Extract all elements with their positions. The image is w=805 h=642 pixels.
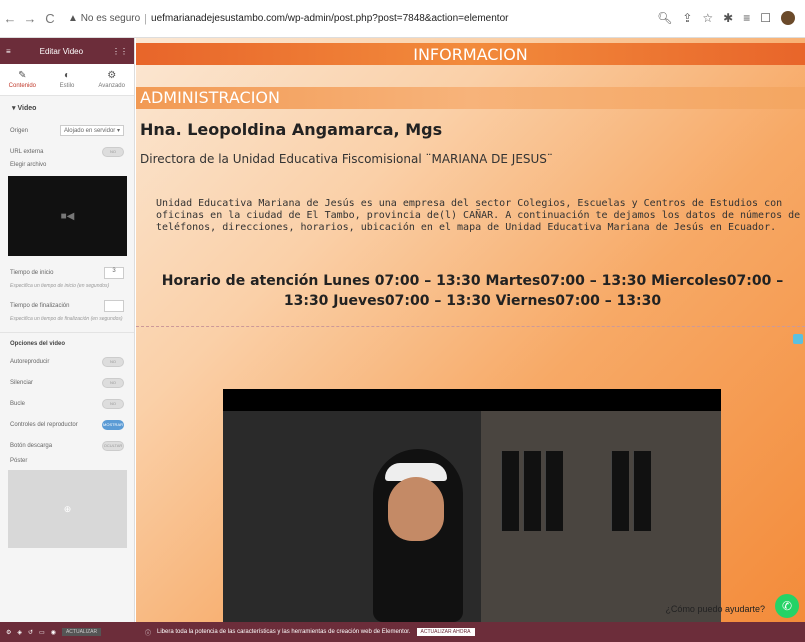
controls-toggle[interactable]: MOSTRAR [102,419,124,430]
inicio-row: Tiempo de inicio 3 [0,262,134,283]
binder [501,451,519,531]
option-mute: Silenciar NO [0,372,134,393]
hamburger-icon[interactable]: ≡ [6,47,11,56]
director-role: Directora de la Unidad Educativa Fiscomi… [140,152,553,166]
elementor-sidebar: ≡ Editar Video ⋮⋮ ✎ Contenido ◐ Estilo ⚙ Av… [0,38,135,622]
sidebar-tabs: ✎ Contenido ◐ Estilo ⚙ Avanzado [0,64,134,96]
office-hours: Horario de atención Lunes 07:00 – 13:30 … [161,273,784,309]
info-title: INFORMACION [136,43,805,65]
edit-section-handle[interactable] [793,334,803,344]
layers-icon[interactable]: ◈ [17,629,22,636]
option-autoplay: Autoreproducir NO [0,351,134,372]
reading-list-icon[interactable]: ≡ [743,11,750,25]
origen-row: Origen Alojado en servidor ▾ [0,120,134,141]
bottom-tools: ⚙ ◈ ↺ ▭ ◉ ACTUALIZAR [0,628,135,636]
grid-icon[interactable]: ⋮⋮ [112,47,128,56]
back-icon[interactable]: ← [0,11,20,26]
add-icon: ⊕ [63,503,72,514]
face [388,477,444,541]
tab-estilo[interactable]: ◐ Estilo [45,64,90,95]
profile-avatar[interactable] [781,11,795,25]
help-text[interactable]: ¿Cómo puedo ayudarte? [665,604,765,614]
upgrade-button[interactable]: ACTUALIZAR AHORA [416,628,475,636]
poster-picker[interactable]: ⊕ [8,470,127,548]
autoplay-toggle[interactable]: NO [102,356,124,367]
section-video-toggle[interactable]: ▾ Video [0,96,134,120]
binder [523,451,541,531]
download-toggle[interactable]: OCULTAR [102,440,124,451]
browser-actions: 🔍︎ ⇪ ☆ ✱ ≡ ☐ [657,11,795,25]
browser-toolbar: ← → C ▲ No es seguro | uefmarianadejesus… [0,0,805,38]
address-bar[interactable]: uefmarianadejesustambo.com/wp-admin/post… [151,13,508,24]
url-separator: | [144,12,148,25]
poster-label: Póster [10,458,28,464]
responsive-icon[interactable]: ▭ [39,629,45,636]
not-secure-label[interactable]: ▲ No es seguro [68,13,140,24]
reload-icon[interactable]: C [40,11,60,26]
video-camera-icon: ■◀ [60,210,75,222]
forward-icon[interactable]: → [20,11,40,26]
warning-icon: ▲ [68,13,81,24]
page-canvas: INFORMACION ADMINISTRACION Hna. Leopoldi… [136,38,805,622]
video-player[interactable] [223,389,721,622]
star-icon[interactable]: ☆ [702,11,713,25]
binder [611,451,629,531]
mute-toggle[interactable]: NO [102,377,124,388]
tab-contenido[interactable]: ✎ Contenido [0,64,45,95]
option-download: Botón descarga OCULTAR [10,440,124,451]
admin-title: ADMINISTRACION [136,87,805,109]
share-icon[interactable]: ⇪ [682,11,692,25]
elegir-archivo-label: Elegir archivo [10,162,47,168]
inicio-hint: Especifica un tiempo de inicio (en segun… [10,283,110,289]
director-name: Hna. Leopoldina Angamarca, Mgs [140,120,443,139]
video-shelf [481,411,721,622]
inicio-input[interactable]: 3 [104,266,124,279]
gear-icon: ⚙ [107,70,117,81]
contrast-icon: ◐ [63,70,71,81]
origen-select[interactable]: Alojado en servidor ▾ [59,125,124,136]
school-description: Unidad Educativa Mariana de Jesús es una… [156,198,801,233]
window-icon[interactable]: ☐ [760,11,771,25]
options-header: Opciones del video [0,332,134,351]
video-subject [363,449,483,622]
pencil-icon: ✎ [18,70,27,81]
url-externa-toggle[interactable]: NO [102,146,124,157]
binder [545,451,563,531]
bottom-bar: ⚙ ◈ ↺ ▭ ◉ ACTUALIZAR ⓘ Libera toda la po… [0,622,805,642]
url-externa-row: URL externa NO [0,141,134,162]
video-top-bar [223,389,721,411]
update-button[interactable]: ACTUALIZAR [61,628,102,636]
loop-toggle[interactable]: NO [102,398,124,409]
binder [633,451,651,531]
fin-row: Tiempo de finalización [0,295,134,316]
video-file-picker[interactable]: ■◀ [8,176,127,256]
info-icon: ⓘ [145,630,152,637]
fin-hint: Especifica un tiempo de finalización (en… [10,316,123,322]
extensions-icon[interactable]: ✱ [723,11,733,25]
settings-icon[interactable]: ⚙ [6,629,11,636]
option-controls: Controles del reproductor MOSTRAR [10,419,124,430]
sidebar-header: ≡ Editar Video ⋮⋮ [0,38,134,64]
whatsapp-icon[interactable]: ✆ [775,594,799,618]
tab-avanzado[interactable]: ⚙ Avanzado [89,64,134,95]
option-loop: Bucle NO [0,393,134,414]
section-divider [136,326,805,327]
zoom-icon[interactable]: 🔍︎ [657,11,672,25]
history-icon[interactable]: ↺ [28,629,33,636]
sidebar-title: Editar Video [39,46,84,56]
fin-input[interactable] [104,299,124,312]
preview-icon[interactable]: ◉ [51,629,56,636]
upgrade-notice: ⓘ Libera toda la potencia de las caracte… [135,628,475,637]
